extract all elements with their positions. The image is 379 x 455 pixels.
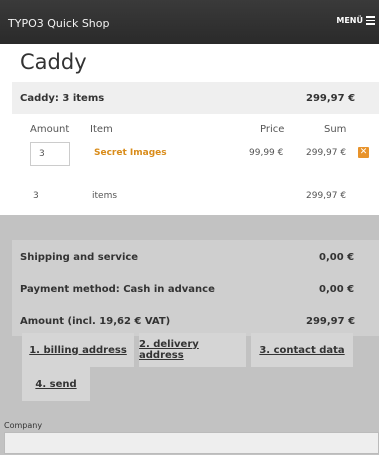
item-price: 99,99 € [249,148,284,158]
company-label: Company [4,421,43,430]
tab-billing-address[interactable]: 1. billing address [22,333,134,367]
caddy-summary-total: 299,97 € [306,93,356,104]
shipping-row: Shipping and service 0,00 € [12,240,379,272]
shop-brand-link[interactable]: TYPO3 Quick Shop [8,17,110,30]
column-header-amount: Amount [30,124,70,135]
tab-send[interactable]: 4. send [22,367,90,401]
tab-delivery-address[interactable]: 2. delivery address [139,333,246,367]
column-header-price: Price [260,124,285,135]
remove-item-icon[interactable]: ✕ [358,147,369,158]
amount-row: Amount (incl. 19,62 € VAT) 299,97 € [12,304,379,336]
payment-label: Payment method: Cash in advance [20,284,215,295]
amount-value: 299,97 € [306,316,356,327]
payment-row: Payment method: Cash in advance 0,00 € [12,272,379,304]
item-name-link[interactable]: Secret Images [94,148,167,158]
quantity-input[interactable]: 3 [30,142,70,166]
total-items-sum: 299,97 € [306,191,347,201]
payment-value: 0,00 € [319,284,355,295]
top-navigation-bar: TYPO3 Quick Shop MENÜ [0,0,379,44]
company-input[interactable] [4,432,379,454]
caddy-summary-bar: Caddy: 3 items 299,97 € [12,82,379,114]
shipping-value: 0,00 € [319,252,355,263]
menu-button[interactable]: MENÜ [336,16,375,25]
menu-label: MENÜ [336,16,363,25]
page-title: Caddy [20,50,87,74]
hamburger-icon [366,16,375,25]
total-items-label: items [92,191,118,201]
shipping-label: Shipping and service [20,252,139,263]
amount-label: Amount (incl. 19,62 € VAT) [20,316,171,327]
item-sum: 299,97 € [306,148,347,158]
total-item-count: 3 [33,191,39,201]
tab-contact-data[interactable]: 3. contact data [251,333,353,367]
column-header-item: Item [90,124,113,135]
caddy-item-count: Caddy: 3 items [20,93,105,104]
column-header-sum: Sum [324,124,347,135]
